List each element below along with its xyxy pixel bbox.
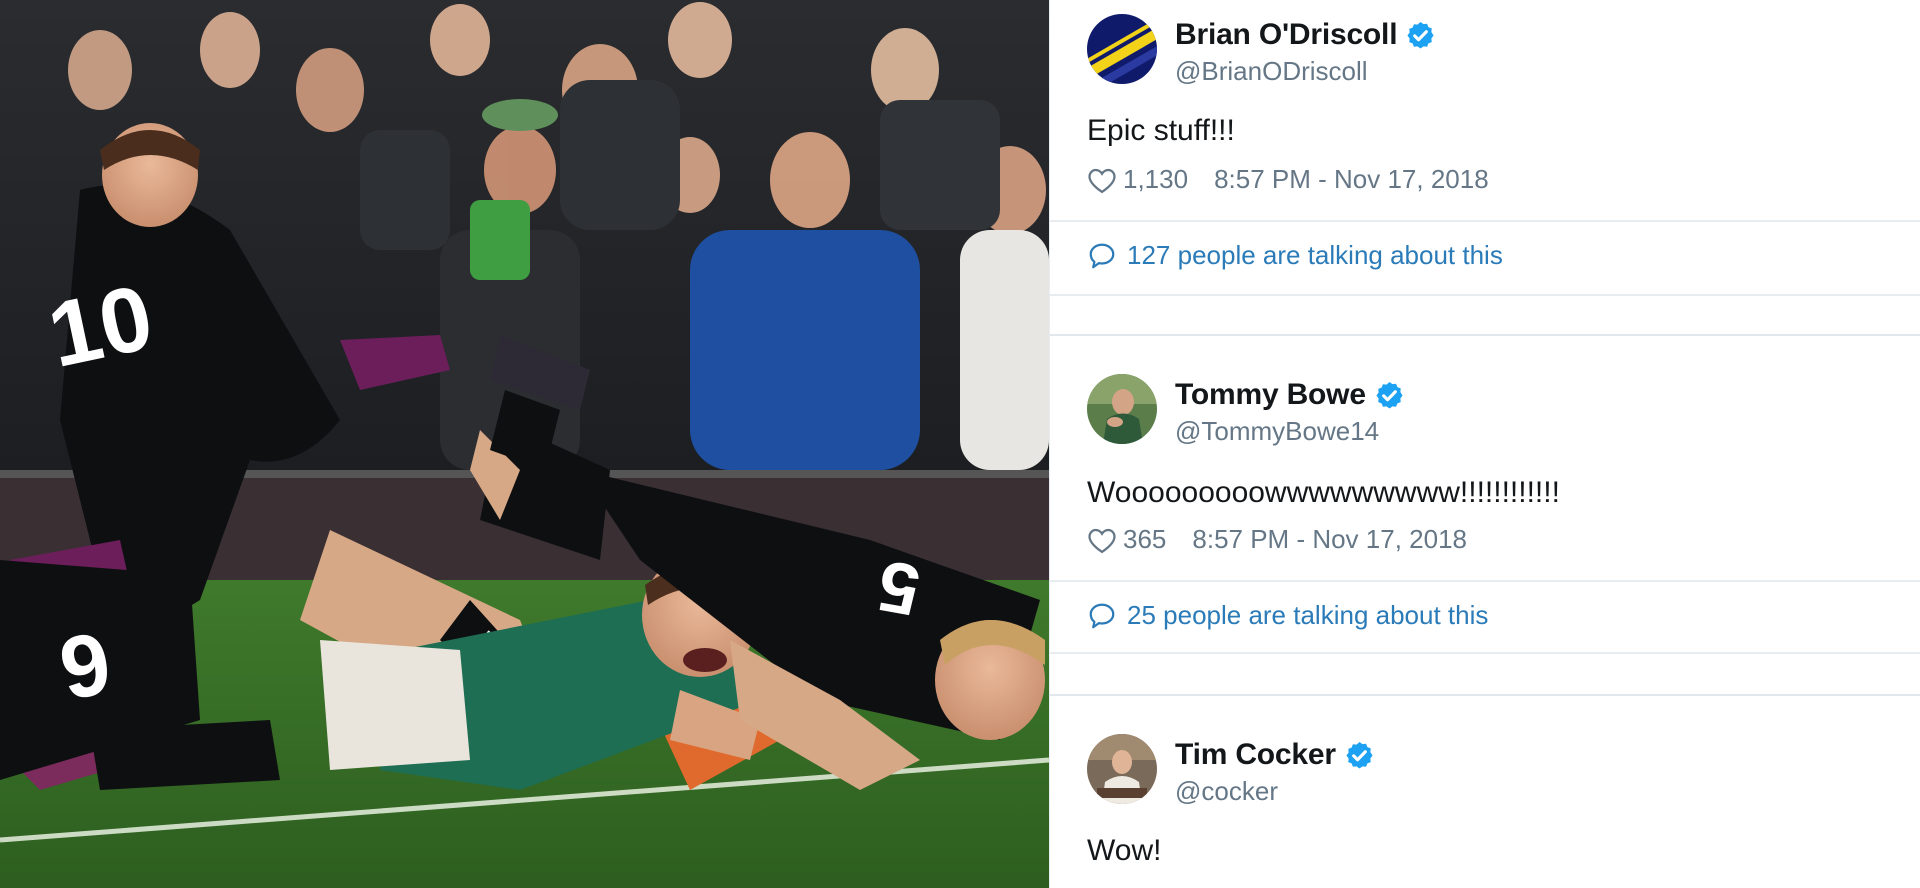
handle[interactable]: @BrianODriscoll <box>1175 56 1436 87</box>
tweet-author[interactable]: Brian O'Driscoll @BrianODriscoll <box>1087 14 1436 87</box>
tweet-text: Epic stuff!!! <box>1087 114 1235 147</box>
heart-icon[interactable] <box>1087 526 1117 554</box>
section-divider <box>1050 334 1920 336</box>
handle[interactable]: @cocker <box>1175 776 1375 807</box>
avatar[interactable] <box>1087 14 1157 84</box>
tweet-card: Tommy Bowe @TommyBowe14 Wooooooooowwwwww… <box>1050 296 1920 656</box>
like-count: 1,130 <box>1123 164 1189 194</box>
talking-about-link[interactable]: 127 people are talking about this <box>1087 240 1503 271</box>
like-count: 365 <box>1123 524 1167 554</box>
divider <box>1050 652 1920 654</box>
author-names: Brian O'Driscoll @BrianODriscoll <box>1175 14 1436 87</box>
avatar[interactable] <box>1087 734 1157 804</box>
rugby-photo: 10 6 5 <box>0 0 1049 888</box>
tweet-text: Wooooooooowwwwwwwww!!!!!!!!!!!! <box>1087 476 1560 509</box>
tweet-card: Brian O'Driscoll @BrianODriscoll Epic st… <box>1050 0 1920 296</box>
handle[interactable]: @TommyBowe14 <box>1175 416 1405 447</box>
svg-text:10: 10 <box>40 266 161 387</box>
tweet-card: Tim Cocker @cocker Wow! <box>1050 652 1920 888</box>
avatar[interactable] <box>1087 374 1157 444</box>
section-divider <box>1050 694 1920 696</box>
display-name[interactable]: Brian O'Driscoll <box>1175 18 1398 52</box>
display-name[interactable]: Tommy Bowe <box>1175 378 1366 412</box>
talking-about-text[interactable]: 127 people are talking about this <box>1127 240 1503 271</box>
timestamp[interactable]: 8:57 PM - Nov 17, 2018 <box>1192 524 1467 555</box>
tweet-author[interactable]: Tim Cocker @cocker <box>1087 734 1375 807</box>
heart-icon[interactable] <box>1087 166 1117 194</box>
speech-bubble-icon <box>1089 243 1115 268</box>
tweet-author[interactable]: Tommy Bowe @TommyBowe14 <box>1087 374 1405 447</box>
verified-badge-icon <box>1346 741 1373 769</box>
rugby-photo-illustration: 10 6 5 <box>0 0 1049 888</box>
tweet-meta: 365 8:57 PM - Nov 17, 2018 <box>1087 524 1467 555</box>
author-names: Tommy Bowe @TommyBowe14 <box>1175 374 1405 447</box>
verified-badge-icon <box>1376 381 1403 409</box>
author-names: Tim Cocker @cocker <box>1175 734 1375 807</box>
timestamp[interactable]: 8:57 PM - Nov 17, 2018 <box>1214 164 1489 195</box>
divider <box>1050 580 1920 582</box>
divider <box>1050 220 1920 222</box>
page: 10 6 5 Brian O'Driscoll @BrianODriscoll … <box>0 0 1920 888</box>
verified-badge-icon <box>1407 21 1434 49</box>
tweet-text: Wow! <box>1087 834 1162 867</box>
tweets-panel: Brian O'Driscoll @BrianODriscoll Epic st… <box>1050 0 1920 888</box>
tweet-meta: 1,130 8:57 PM - Nov 17, 2018 <box>1087 164 1489 195</box>
talking-about-text[interactable]: 25 people are talking about this <box>1127 600 1488 631</box>
speech-bubble-icon <box>1089 603 1115 628</box>
display-name[interactable]: Tim Cocker <box>1175 738 1336 772</box>
talking-about-link[interactable]: 25 people are talking about this <box>1087 600 1488 631</box>
